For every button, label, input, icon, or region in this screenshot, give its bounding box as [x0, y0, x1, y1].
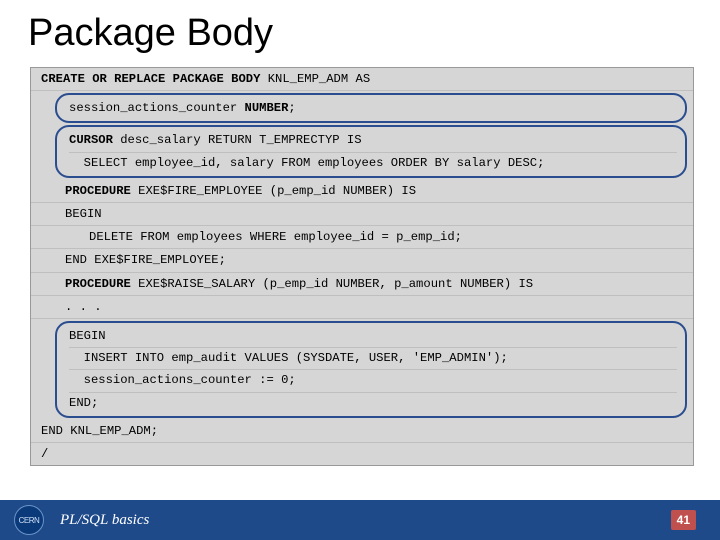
code-block: CREATE OR REPLACE PACKAGE BODY KNL_EMP_A…: [30, 67, 694, 466]
code-line: DELETE FROM employees WHERE employee_id …: [31, 226, 693, 249]
slide-title: Package Body: [0, 0, 720, 63]
code-line: /: [31, 443, 693, 465]
footer-text: PL/SQL basics: [60, 512, 149, 529]
highlight-init-block: BEGIN INSERT INTO emp_audit VALUES (SYSD…: [55, 321, 687, 418]
code-line: BEGIN: [31, 203, 693, 226]
cern-logo-icon: CERN: [14, 505, 44, 535]
code-line: PROCEDURE EXE$FIRE_EMPLOYEE (p_emp_id NU…: [31, 180, 693, 203]
code-line: END KNL_EMP_ADM;: [31, 420, 693, 443]
code-line: BEGIN: [69, 327, 677, 345]
code-line: CURSOR desc_salary RETURN T_EMPRECTYP IS: [69, 131, 677, 149]
code-line: END;: [69, 392, 677, 412]
code-line: PROCEDURE EXE$RAISE_SALARY (p_emp_id NUM…: [31, 273, 693, 296]
highlight-session-counter: session_actions_counter NUMBER;: [55, 93, 687, 123]
code-line: SELECT employee_id, salary FROM employee…: [69, 152, 677, 172]
code-line: CREATE OR REPLACE PACKAGE BODY KNL_EMP_A…: [31, 68, 693, 91]
code-line: session_actions_counter NUMBER;: [69, 99, 677, 117]
page-number: 41: [671, 510, 696, 530]
code-line: INSERT INTO emp_audit VALUES (SYSDATE, U…: [69, 347, 677, 367]
code-line: END EXE$FIRE_EMPLOYEE;: [31, 249, 693, 272]
code-line: . . .: [31, 296, 693, 319]
slide-footer: CERN PL/SQL basics 41: [0, 500, 720, 540]
code-line: session_actions_counter := 0;: [69, 369, 677, 389]
highlight-cursor: CURSOR desc_salary RETURN T_EMPRECTYP IS…: [55, 125, 687, 177]
